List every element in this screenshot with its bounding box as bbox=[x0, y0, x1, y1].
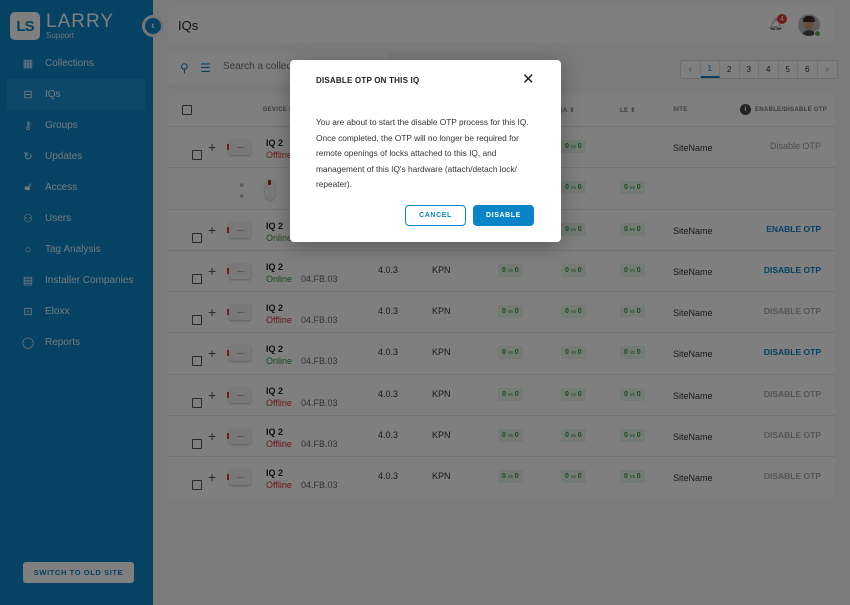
cancel-button[interactable]: CANCEL bbox=[405, 205, 466, 226]
dialog-title: DISABLE OTP ON THIS IQ bbox=[316, 76, 420, 85]
close-icon[interactable]: ✕ bbox=[522, 72, 535, 87]
dialog-message: You are about to start the disable OTP p… bbox=[316, 117, 529, 189]
disable-otp-dialog: DISABLE OTP ON THIS IQ ✕ You are about t… bbox=[290, 60, 561, 242]
disable-button[interactable]: DISABLE bbox=[473, 205, 534, 226]
